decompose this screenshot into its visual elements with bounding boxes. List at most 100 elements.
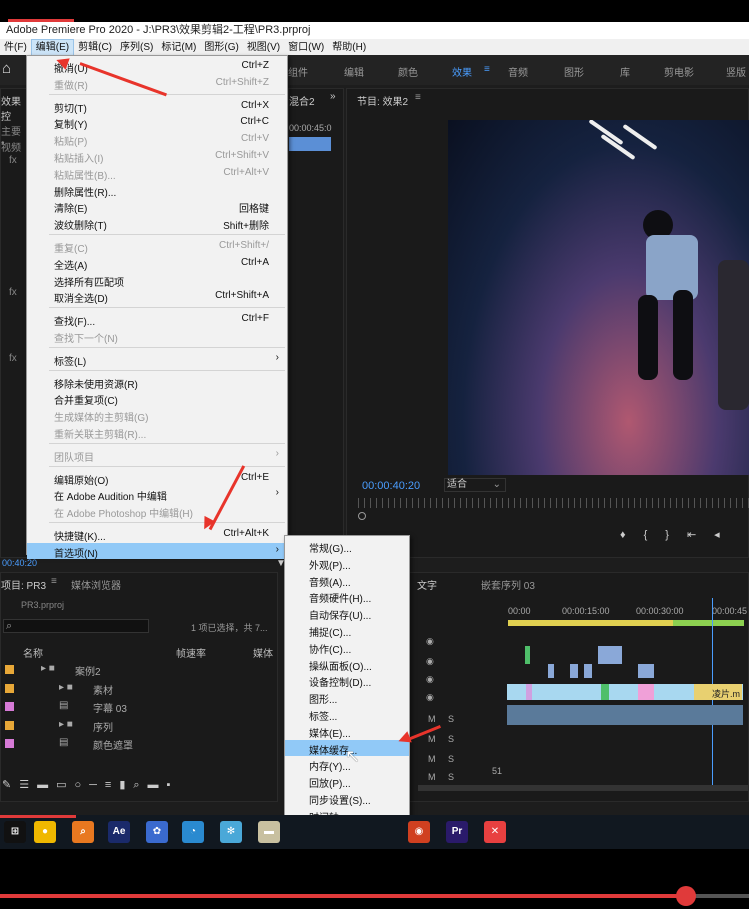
edit-menu-item-9[interactable]: 清除(E) 回格键: [27, 198, 287, 215]
menu-8[interactable]: 帮助(H): [328, 40, 370, 56]
workspace-5[interactable]: 图形: [564, 64, 584, 79]
edit-menu-item-1[interactable]: 重做(R) Ctrl+Shift+Z: [27, 75, 287, 92]
browser-icon[interactable]: ◔: [182, 821, 204, 843]
program-time-ruler[interactable]: [358, 498, 749, 508]
eye-icon[interactable]: ◉: [426, 636, 434, 647]
prefs-item-4[interactable]: 自动保存(U)...: [285, 605, 409, 622]
prefs-item-15[interactable]: 同步设置(S)...: [285, 790, 409, 807]
explorer-icon[interactable]: ▬: [258, 821, 280, 843]
prefs-item-14[interactable]: 回放(P)...: [285, 773, 409, 790]
edit-menu-item-20[interactable]: 标签(L) ›: [27, 351, 287, 368]
edit-menu-item-5[interactable]: 粘贴(P) Ctrl+V: [27, 131, 287, 148]
workspace-6[interactable]: 库: [620, 64, 630, 79]
eye-icon[interactable]: ◉: [426, 656, 434, 667]
timeline-clip[interactable]: [525, 646, 530, 664]
menu-7[interactable]: 窗口(W): [284, 40, 328, 56]
close-app-icon[interactable]: ✕: [484, 821, 506, 843]
mute-button[interactable]: M: [428, 772, 436, 782]
project-tab[interactable]: 项目: PR3: [1, 577, 46, 592]
edit-menu-item-30[interactable]: 在 Adobe Audition 中编辑 ›: [27, 486, 287, 503]
ae-icon[interactable]: Ae: [108, 821, 130, 843]
mute-button[interactable]: M: [428, 714, 436, 724]
timeline-clip[interactable]: [548, 664, 554, 678]
solo-button[interactable]: S: [448, 714, 454, 724]
edit-menu-item-24[interactable]: 生成媒体的主剪辑(G): [27, 407, 287, 424]
timeline-clip[interactable]: [584, 664, 592, 678]
workspace-8[interactable]: 竖版: [726, 64, 746, 79]
timeline-clip[interactable]: [526, 684, 532, 700]
windows-icon[interactable]: ⊞: [4, 821, 26, 843]
program-menu-icon[interactable]: ≡: [415, 92, 421, 103]
prefs-item-6[interactable]: 协作(C)...: [285, 639, 409, 656]
menu-4[interactable]: 标记(M): [157, 40, 200, 56]
project-row[interactable]: ▤ 颜色遮罩: [1, 735, 271, 753]
home-icon[interactable]: ⌂: [2, 60, 22, 80]
prefs-item-2[interactable]: 音频(A)...: [285, 572, 409, 589]
edit-menu-item-18[interactable]: 查找下一个(N): [27, 328, 287, 345]
menu-2[interactable]: 剪辑(C): [74, 40, 116, 56]
project-toolbar[interactable]: ✎☰▬▭○─≡▮⌕▬▪: [0, 778, 278, 796]
gear-icon[interactable]: ✻: [220, 821, 242, 843]
timeline-tab-text[interactable]: 文字: [417, 577, 437, 592]
edit-menu-item-15[interactable]: 取消全选(D) Ctrl+Shift+A: [27, 288, 287, 305]
edit-menu-item-4[interactable]: 复制(Y) Ctrl+C: [27, 114, 287, 131]
menu-6[interactable]: 视图(V): [243, 40, 284, 56]
transport-controls[interactable]: ♦{}⇤◂: [620, 528, 738, 541]
solo-button[interactable]: S: [448, 772, 454, 782]
project-row[interactable]: ▸ ■ 案例2: [1, 661, 271, 679]
mute-button[interactable]: M: [428, 734, 436, 744]
edit-menu-item-13[interactable]: 全选(A) Ctrl+A: [27, 255, 287, 272]
recorder-icon[interactable]: ◉: [408, 821, 430, 843]
pr-icon[interactable]: Pr: [446, 821, 468, 843]
timeline-clip[interactable]: [507, 705, 743, 725]
col-name[interactable]: 名称: [23, 645, 43, 660]
edit-menu-item-34[interactable]: 首选项(N) ›: [27, 542, 287, 560]
solo-button[interactable]: S: [448, 754, 454, 764]
menu-0[interactable]: 件(F): [0, 40, 31, 56]
media-browser-tab[interactable]: 媒体浏览器: [71, 577, 121, 592]
fit-dropdown[interactable]: 适合 ⌄: [444, 478, 506, 492]
edit-menu-item-22[interactable]: 移除未使用资源(R): [27, 374, 287, 391]
prefs-item-8[interactable]: 设备控制(D)...: [285, 672, 409, 689]
timeline-tab-nested[interactable]: 嵌套序列 03: [481, 577, 535, 592]
col-framerate[interactable]: 帧速率: [176, 645, 206, 660]
project-menu-icon[interactable]: ≡: [51, 576, 57, 587]
edit-menu-item-12[interactable]: 重复(C) Ctrl+Shift+/: [27, 238, 287, 255]
timeline-clip[interactable]: [638, 684, 654, 700]
menu-3[interactable]: 序列(S): [116, 40, 157, 56]
expand-icon[interactable]: »: [330, 91, 336, 102]
workspace-0[interactable]: 组件: [288, 64, 308, 79]
edit-menu-item-6[interactable]: 粘贴插入(I) Ctrl+Shift+V: [27, 148, 287, 165]
prefs-item-1[interactable]: 外观(P)...: [285, 555, 409, 572]
edit-menu-item-33[interactable]: 快捷键(K)... Ctrl+Alt+K: [27, 526, 287, 543]
edit-menu-item-17[interactable]: 查找(F)... Ctrl+F: [27, 311, 287, 328]
timeline-clip[interactable]: [638, 664, 654, 678]
mute-button[interactable]: M: [428, 754, 436, 764]
prefs-item-0[interactable]: 常规(G)...: [285, 538, 409, 555]
prefs-item-3[interactable]: 音频硬件(H)...: [285, 588, 409, 605]
progress-knob[interactable]: [676, 886, 696, 906]
col-media[interactable]: 媒体: [253, 645, 273, 660]
timeline-scrollbar[interactable]: [418, 785, 748, 791]
prefs-item-11[interactable]: 媒体(E)...: [285, 723, 409, 740]
workspace-1[interactable]: 编辑: [344, 64, 364, 79]
project-row[interactable]: ▸ ■ 序列: [1, 717, 271, 735]
edit-menu-item-14[interactable]: 选择所有匹配项: [27, 272, 287, 289]
edit-menu-item-27[interactable]: 团队项目 ›: [27, 447, 287, 464]
menu-5[interactable]: 图形(G): [200, 40, 242, 56]
workspace-menu-icon[interactable]: ≡: [484, 64, 490, 75]
project-row[interactable]: ▤ 字幕 03: [1, 698, 271, 716]
app-icon[interactable]: ✿: [146, 821, 168, 843]
timeline-clip[interactable]: [598, 646, 622, 664]
edit-menu-item-3[interactable]: 剪切(T) Ctrl+X: [27, 98, 287, 115]
prefs-item-7[interactable]: 操纵面板(O)...: [285, 656, 409, 673]
solo-button[interactable]: S: [448, 734, 454, 744]
edit-menu-item-10[interactable]: 波纹删除(T) Shift+删除: [27, 215, 287, 232]
workspace-3[interactable]: 效果: [452, 64, 472, 79]
player-progress-bar[interactable]: [0, 886, 749, 906]
chrome-icon[interactable]: ●: [34, 821, 56, 843]
edit-menu-item-31[interactable]: 在 Adobe Photoshop 中编辑(H): [27, 503, 287, 520]
edit-menu-item-25[interactable]: 重新关联主剪辑(R)...: [27, 424, 287, 441]
workspace-2[interactable]: 颜色: [398, 64, 418, 79]
effect-controls-tab[interactable]: 效果控: [1, 93, 27, 123]
